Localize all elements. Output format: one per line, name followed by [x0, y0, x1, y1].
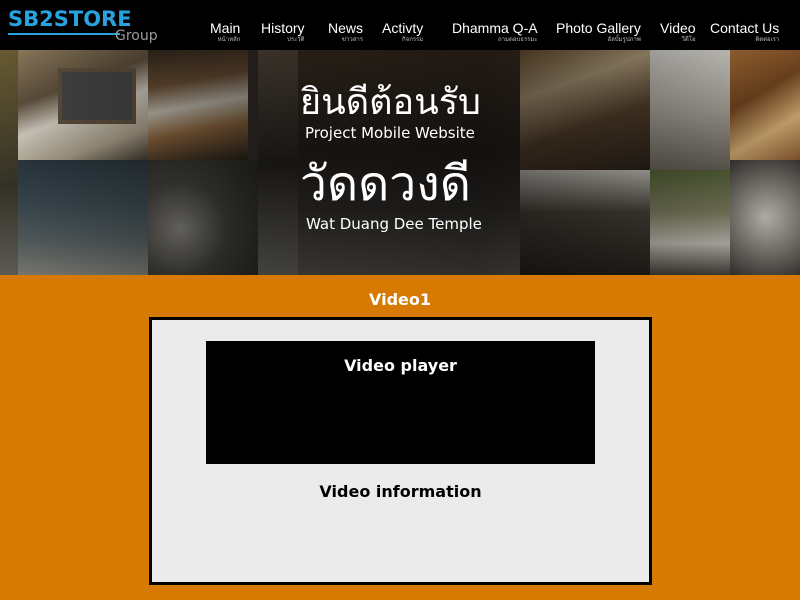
nav-item-label: Photo Gallery [556, 20, 641, 36]
nav-item-sublabel: ข่าวสาร [341, 36, 364, 43]
nav-item-sublabel: วีดีโอ [681, 36, 696, 43]
section-title: Video1 [368, 290, 431, 309]
site-logo[interactable]: SB2STORE Group [8, 6, 168, 46]
nav-item-activity[interactable]: Activty กิจกรรม [382, 20, 423, 44]
video-player[interactable]: Video player [206, 341, 595, 464]
nav-item-label: History [261, 20, 305, 36]
nav-item-label: Video [660, 20, 696, 36]
nav-item-label: News [328, 20, 364, 36]
nav-item-label: Dhamma Q-A [452, 20, 538, 36]
nav-item-contact-us[interactable]: Contact Us ติดต่อเรา [710, 20, 779, 44]
nav-item-video[interactable]: Video วีดีโอ [660, 20, 696, 44]
nav-item-label: Contact Us [710, 20, 780, 36]
hero-banner: ยินดีต้อนรับ Project Mobile Website วัดด… [0, 50, 800, 275]
video-panel: Video player Video information [149, 317, 652, 585]
nav-item-history[interactable]: History ประวัติ [261, 20, 305, 44]
nav-item-sublabel: ประวัติ [287, 36, 305, 43]
top-header: SB2STORE Group Main หน้าหลัก History ประ… [0, 0, 800, 50]
video-information-label: Video information [319, 482, 482, 501]
nav-item-dhamma-qa[interactable]: Dhamma Q-A ถามตอบธรรมะ [452, 20, 538, 44]
nav-item-sublabel: ติดต่อเรา [755, 36, 780, 43]
welcome-english-subtitle: Project Mobile Website [305, 124, 475, 142]
video-player-label: Video player [344, 356, 457, 375]
nav-item-sublabel: ถามตอบธรรมะ [498, 36, 538, 43]
nav-item-main[interactable]: Main หน้าหลัก [210, 20, 240, 44]
logo-main-text: SB2STORE [8, 7, 132, 31]
nav-item-sublabel: หน้าหลัก [217, 36, 241, 43]
nav-item-sublabel: กิจกรรม [402, 36, 424, 43]
nav-item-photo-gallery[interactable]: Photo Gallery อัลบั้มรูปภาพ [556, 20, 641, 44]
logo-underline [8, 33, 120, 35]
temple-thai-heading: วัดดวงดี [300, 156, 471, 212]
nav-item-news[interactable]: News ข่าวสาร [328, 20, 363, 44]
nav-item-sublabel: อัลบั้มรูปภาพ [607, 36, 641, 43]
welcome-thai-heading: ยินดีต้อนรับ [300, 82, 481, 123]
temple-english-subtitle: Wat Duang Dee Temple [306, 215, 482, 233]
logo-sub-text: Group [115, 28, 158, 44]
nav-item-label: Activty [382, 20, 424, 36]
nav-item-label: Main [210, 20, 241, 36]
